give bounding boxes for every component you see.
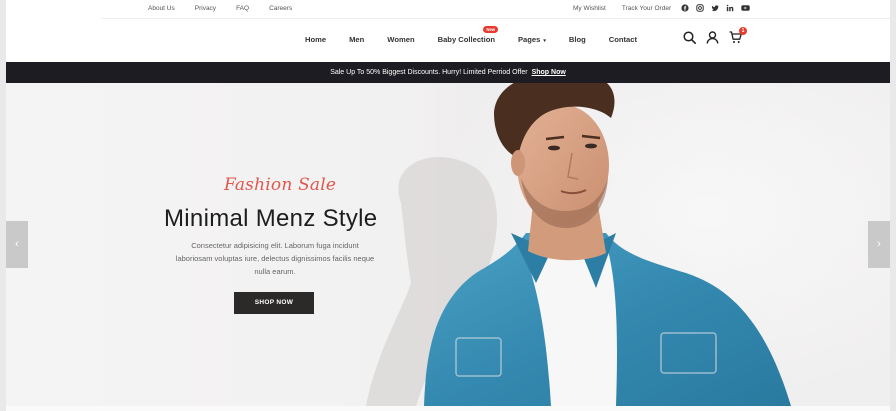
nav-item-baby-collection-label: Baby Collection [437,35,495,44]
nav-item-women[interactable]: Women [387,35,414,44]
privacy-link[interactable]: Privacy [195,5,216,12]
careers-link[interactable]: Careers [269,5,292,12]
chevron-left-icon: ‹ [15,238,19,250]
social-links [681,4,750,12]
linkedin-icon[interactable] [726,4,734,12]
announcement-shop-now-link[interactable]: Shop Now [532,69,566,76]
hero-shop-now-button[interactable]: SHOP NOW [234,292,314,314]
slider-prev-button[interactable]: ‹ [6,221,28,268]
top-links-left: About Us Privacy FAQ Careers [148,5,312,12]
hero-description: Consectetur adipisicing elit. Laborum fu… [175,241,375,276]
nav-menu: Home Men Women Baby Collection New Pages… [305,26,660,44]
hero-slider: Fashion Sale Minimal Menz Style Consecte… [6,83,890,406]
track-order-link[interactable]: Track Your Order [622,5,671,12]
hero-subtitle: Fashion Sale [224,175,337,195]
announcement-bar: Sale Up To 50% Biggest Discounts. Hurry!… [6,62,890,83]
page: About Us Privacy FAQ Careers My Wishlist… [6,0,890,411]
instagram-icon[interactable] [696,4,704,12]
nav-item-contact[interactable]: Contact [609,35,637,44]
top-links-right: My Wishlist Track Your Order [573,5,687,12]
top-bar: About Us Privacy FAQ Careers My Wishlist… [6,0,890,18]
bottom-strip [6,406,890,411]
chevron-right-icon: › [877,238,881,250]
nav-item-pages-label: Pages [517,35,541,44]
faq-link[interactable]: FAQ [236,5,249,12]
nav-icons: 1 [683,27,747,44]
chevron-down-icon: ▾ [543,38,546,44]
twitter-icon[interactable] [711,4,719,12]
nav-item-men[interactable]: Men [349,35,364,44]
about-us-link[interactable]: About Us [148,5,175,12]
nav-item-pages[interactable]: Pages ▾ [518,35,546,44]
search-icon[interactable] [683,31,696,44]
wishlist-link[interactable]: My Wishlist [573,5,606,12]
announcement-text: Sale Up To 50% Biggest Discounts. Hurry!… [330,69,528,76]
nav-item-blog[interactable]: Blog [569,35,586,44]
hero-model-image [366,83,890,406]
youtube-icon[interactable] [741,4,750,12]
user-icon[interactable] [706,31,719,44]
new-badge: New [483,26,498,33]
hero-title: Minimal Menz Style [164,205,378,232]
cart-count-badge: 1 [739,27,747,35]
cart-button[interactable]: 1 [729,27,747,44]
nav-item-baby-collection[interactable]: Baby Collection New [437,26,498,44]
facebook-icon[interactable] [681,4,689,12]
main-nav: Home Men Women Baby Collection New Pages… [6,19,890,62]
slider-next-button[interactable]: › [868,221,890,268]
nav-item-home[interactable]: Home [305,35,326,44]
